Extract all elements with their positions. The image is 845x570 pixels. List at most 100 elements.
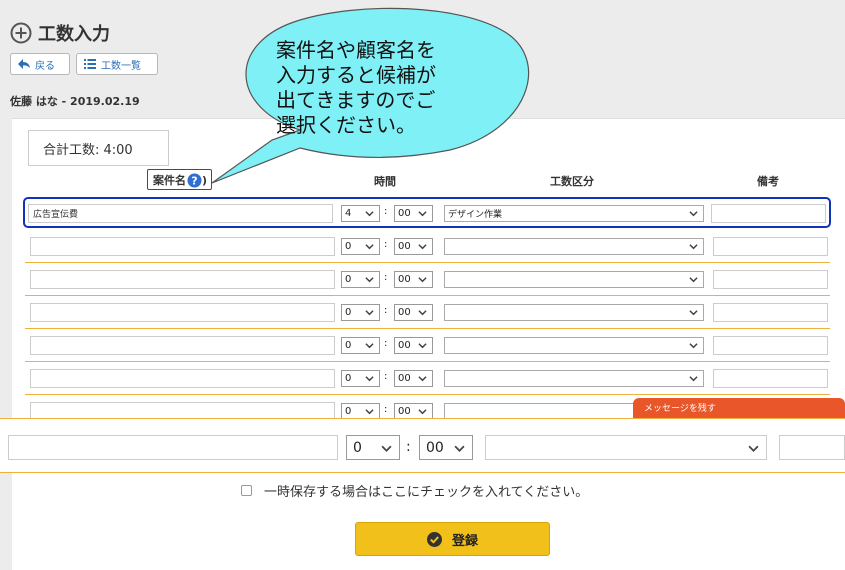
register-button-label: 登録 bbox=[451, 533, 478, 549]
chevron-down-icon bbox=[365, 343, 374, 349]
page-title: 工数入力 bbox=[38, 24, 110, 45]
hour-value: 0 bbox=[345, 241, 352, 252]
hour-select[interactable]: 4 bbox=[341, 205, 380, 222]
minute-select[interactable]: 00 bbox=[394, 337, 433, 354]
callout-text: 案件名や顧客名を 入力すると候補が 出てきますのでご 選択ください。 bbox=[276, 38, 496, 138]
hour-value: 0 bbox=[345, 340, 352, 351]
user-date: 佐藤 はな - 2019.02.19 bbox=[10, 95, 140, 108]
note-input[interactable] bbox=[711, 204, 826, 223]
project-input[interactable] bbox=[30, 336, 335, 355]
minute-select[interactable]: 00 bbox=[394, 205, 433, 222]
chevron-down-icon bbox=[365, 310, 374, 316]
chevron-down-icon bbox=[381, 445, 392, 452]
project-input[interactable] bbox=[30, 369, 335, 388]
list-button[interactable]: 工数一覧 bbox=[76, 53, 158, 75]
callout-line: 選択ください。 bbox=[276, 113, 416, 137]
callout-line: 出てきますのでご bbox=[276, 88, 436, 112]
note-input[interactable] bbox=[713, 237, 828, 256]
total-hours-label: 合計工数: 4:00 bbox=[43, 142, 133, 158]
chevron-down-icon bbox=[418, 409, 427, 415]
hour-value: 0 bbox=[345, 373, 352, 384]
category-select[interactable] bbox=[444, 238, 704, 255]
category-select[interactable]: デザイン作業 bbox=[444, 205, 704, 222]
chevron-down-icon bbox=[418, 244, 427, 250]
list-icon bbox=[84, 59, 96, 69]
chevron-down-icon bbox=[689, 211, 698, 217]
chevron-down-icon bbox=[365, 211, 374, 217]
hour-value: 0 bbox=[345, 307, 352, 318]
category-select[interactable] bbox=[444, 337, 704, 354]
zoomed-hour-value: 0 bbox=[353, 439, 362, 456]
category-select[interactable] bbox=[444, 271, 704, 288]
project-input[interactable] bbox=[30, 237, 335, 256]
zoomed-minute-value: 00 bbox=[426, 439, 444, 456]
chevron-down-icon bbox=[454, 445, 465, 452]
chevron-down-icon bbox=[418, 310, 427, 316]
zoomed-minute-select[interactable]: 00 bbox=[419, 435, 473, 460]
temp-save-label: 一時保存する場合はここにチェックを入れてください。 bbox=[264, 485, 589, 500]
chevron-down-icon bbox=[689, 277, 698, 283]
column-header-note: 備考 bbox=[757, 175, 779, 188]
entry-row: 0:00 bbox=[25, 263, 830, 296]
hour-select[interactable]: 0 bbox=[341, 337, 380, 354]
leave-message-tab[interactable]: メッセージを残す bbox=[633, 398, 845, 418]
note-input[interactable] bbox=[713, 369, 828, 388]
project-input[interactable] bbox=[30, 270, 335, 289]
column-project-paren: ) bbox=[202, 173, 208, 187]
zoomed-project-input[interactable] bbox=[8, 435, 338, 460]
minute-select[interactable]: 00 bbox=[394, 304, 433, 321]
temp-save-option[interactable]: 一時保存する場合はここにチェックを入れてください。 bbox=[241, 481, 588, 500]
time-colon: : bbox=[384, 305, 388, 316]
list-button-label: 工数一覧 bbox=[101, 60, 141, 72]
note-input[interactable] bbox=[713, 270, 828, 289]
title-area: 工数入力 bbox=[10, 20, 110, 46]
chevron-down-icon bbox=[365, 376, 374, 382]
chevron-down-icon bbox=[418, 211, 427, 217]
category-select[interactable] bbox=[444, 370, 704, 387]
minute-value: 00 bbox=[398, 208, 411, 219]
category-value: デザイン作業 bbox=[448, 210, 503, 220]
chevron-down-icon bbox=[365, 277, 374, 283]
minute-select[interactable]: 00 bbox=[394, 238, 433, 255]
project-input[interactable] bbox=[28, 204, 333, 223]
temp-save-checkbox[interactable] bbox=[241, 485, 252, 496]
column-project-label: 案件名 bbox=[153, 174, 186, 187]
column-header-project: 案件名 ? ) bbox=[147, 169, 213, 190]
zoomed-category-select[interactable] bbox=[485, 435, 767, 460]
register-button[interactable]: 登録 bbox=[355, 522, 550, 556]
minute-select[interactable]: 00 bbox=[394, 271, 433, 288]
note-input[interactable] bbox=[713, 303, 828, 322]
back-arrow-icon bbox=[18, 59, 30, 69]
time-colon: : bbox=[384, 239, 388, 250]
entry-row: 0:00 bbox=[25, 329, 830, 362]
column-header-category: 工数区分 bbox=[550, 175, 594, 188]
hour-select[interactable]: 0 bbox=[341, 271, 380, 288]
check-circle-icon bbox=[426, 531, 442, 547]
minute-select[interactable]: 00 bbox=[394, 370, 433, 387]
chevron-down-icon bbox=[418, 376, 427, 382]
time-colon: : bbox=[384, 272, 388, 283]
category-select[interactable] bbox=[444, 304, 704, 321]
callout-line: 案件名や顧客名を bbox=[276, 38, 436, 62]
zoomed-note-input[interactable] bbox=[779, 435, 845, 460]
project-input[interactable] bbox=[30, 303, 335, 322]
back-button[interactable]: 戻る bbox=[10, 53, 70, 75]
chevron-down-icon bbox=[748, 445, 759, 452]
time-colon: : bbox=[384, 338, 388, 349]
minute-value: 00 bbox=[398, 307, 411, 318]
chevron-down-icon bbox=[365, 244, 374, 250]
entry-row: 0:00 bbox=[25, 230, 830, 263]
time-colon: : bbox=[384, 404, 388, 415]
note-input[interactable] bbox=[713, 336, 828, 355]
hour-value: 0 bbox=[345, 274, 352, 285]
minute-value: 00 bbox=[398, 373, 411, 384]
entry-row: 0:00 bbox=[25, 296, 830, 329]
chevron-down-icon bbox=[418, 343, 427, 349]
hour-select[interactable]: 0 bbox=[341, 304, 380, 321]
zoomed-hour-select[interactable]: 0 bbox=[346, 435, 400, 460]
help-icon[interactable]: ? bbox=[187, 173, 202, 188]
hour-select[interactable]: 0 bbox=[341, 370, 380, 387]
hour-select[interactable]: 0 bbox=[341, 238, 380, 255]
chevron-down-icon bbox=[689, 343, 698, 349]
time-colon: : bbox=[384, 371, 388, 382]
